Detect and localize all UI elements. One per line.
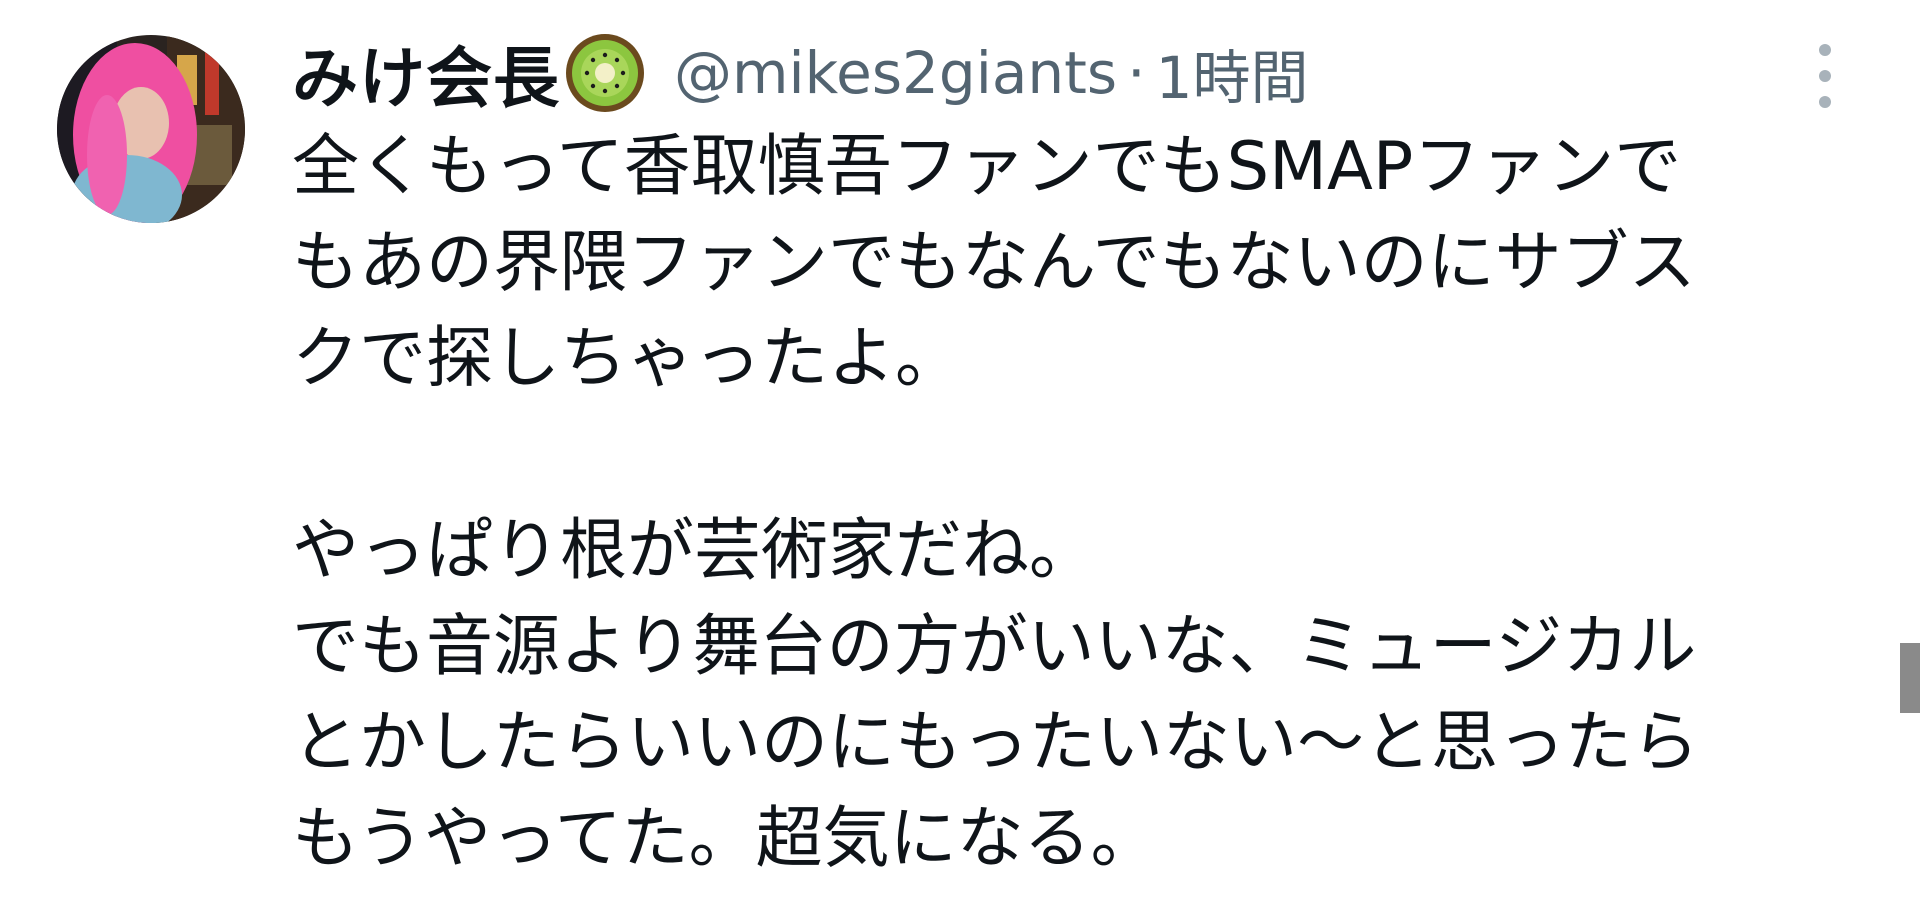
scrollbar-thumb[interactable] [1900, 643, 1920, 713]
tweet-header: みけ会長 @mikes2giants · 1時間 [292, 28, 1308, 118]
tweet-line: でも音源より舞台の方がいいな、ミュージカル [292, 607, 1697, 685]
avatar-image [57, 35, 245, 223]
avatar[interactable] [57, 35, 245, 223]
more-dot [1819, 96, 1831, 108]
timestamp[interactable]: 1時間 [1156, 31, 1309, 115]
tweet-line [292, 406, 1872, 502]
tweet-line: もうやってた。超気になる。 [292, 799, 1158, 877]
more-dot [1819, 44, 1831, 56]
more-options-icon[interactable] [1810, 42, 1840, 110]
separator-dot: · [1127, 39, 1146, 107]
tweet: みけ会長 @mikes2giants · 1時間 全くもって香取慎吾ファンでもS… [0, 0, 1920, 911]
display-name[interactable]: みけ会長 [292, 25, 560, 121]
tweet-line: 全くもって香取慎吾ファンでもSMAPファンで [292, 127, 1682, 205]
tweet-line: とかしたらいいのにもったいない〜と思ったら [292, 703, 1699, 781]
user-handle[interactable]: @mikes2giants [674, 39, 1117, 107]
tweet-line: もあの界隈ファンでもなんでもないのにサブス [292, 223, 1696, 301]
tweet-text: 全くもって香取慎吾ファンでもSMAPファンで もあの界隈ファンでもなんでもないの… [292, 118, 1872, 886]
more-dot [1819, 70, 1831, 82]
tweet-line: やっぱり根が芸術家だね。 [292, 511, 1096, 589]
kiwi-icon [564, 32, 646, 114]
tweet-line: クで探しちゃったよ。 [292, 319, 962, 397]
